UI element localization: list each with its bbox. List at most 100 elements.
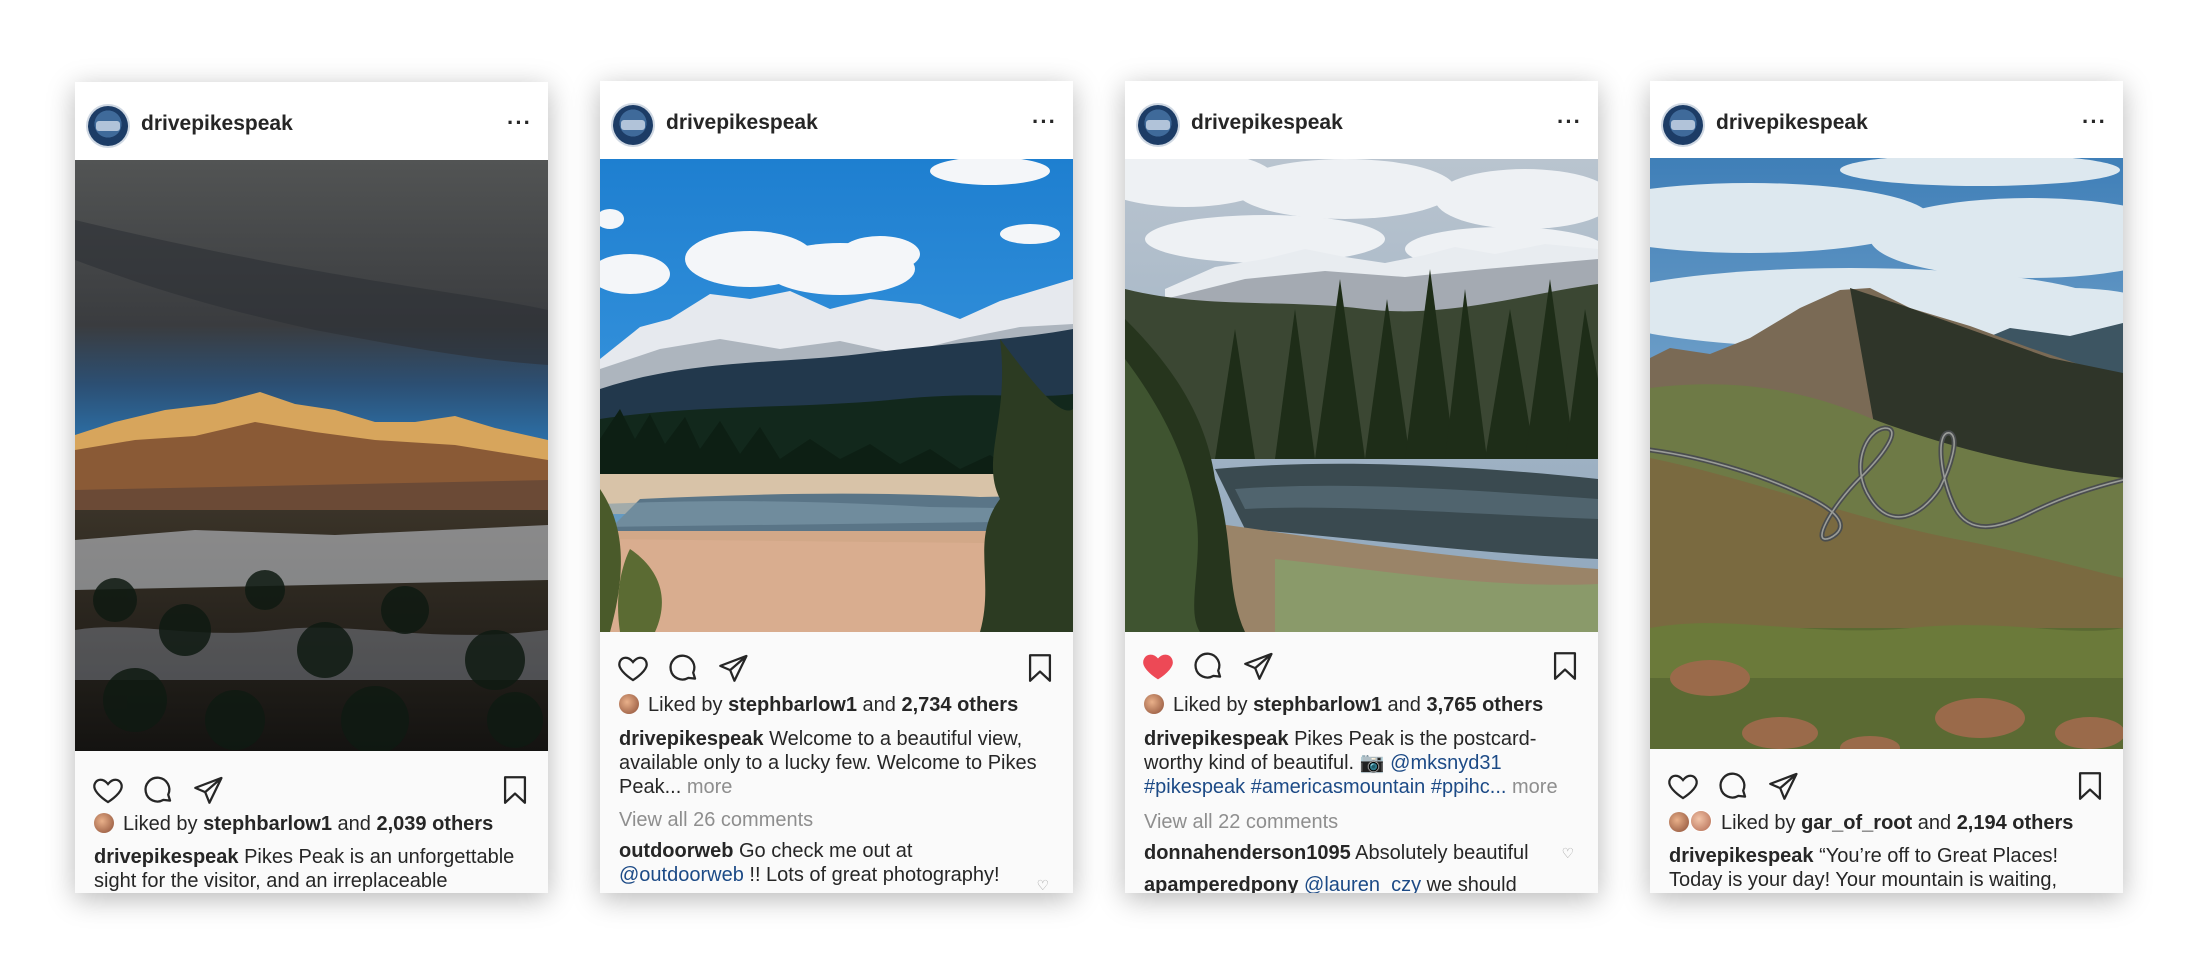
post-header: drivepikespeak ··· [1125,81,1598,159]
caption-text: Pikes Peak is an unforgettable [244,846,515,868]
share-icon[interactable] [716,651,750,685]
liker-username[interactable]: stephbarlow1 [728,694,857,716]
comment-text-2: !! Lots of great photography! [749,864,1000,886]
username[interactable]: drivepikespeak [141,112,293,136]
comment-username[interactable]: donnahenderson1095 [1144,842,1351,864]
comment-icon[interactable] [1716,769,1750,803]
username[interactable]: drivepikespeak [666,111,818,135]
caption-username[interactable]: drivepikespeak [1669,845,1814,867]
comment-text: we should [1426,874,1517,893]
likes-summary: Liked by stephbarlow1 and 2,039 others [94,812,529,837]
avatar[interactable] [613,105,653,145]
liked-by-and: and [1387,694,1421,716]
share-icon[interactable] [191,773,225,807]
liker-username[interactable]: stephbarlow1 [1253,694,1382,716]
post-actions [1125,649,1598,699]
bookmark-icon[interactable] [1548,649,1582,683]
caption-line-3: Peak... more [619,775,1054,800]
likes-summary: Liked by stephbarlow1 and 3,765 others [1144,693,1579,718]
comment-icon[interactable] [141,773,175,807]
comment-icon[interactable] [666,651,700,685]
comment-like-icon[interactable]: ♡ [1561,845,1574,862]
likes-count[interactable]: 2,039 others [376,813,493,835]
post-header: drivepikespeak ··· [600,81,1073,159]
comment-mention[interactable]: @outdoorweb [619,864,744,886]
comment-username[interactable]: outdoorweb [619,840,733,862]
likes-count[interactable]: 3,765 others [1426,694,1543,716]
liker-avatar [1144,694,1164,714]
caption-username[interactable]: drivepikespeak [1144,728,1289,750]
caption-text-2: worthy kind of beautiful. 📷 [1144,752,1385,774]
share-icon[interactable] [1766,769,1800,803]
post-photo[interactable] [600,159,1073,632]
caption: drivepikespeak “You’re off to Great Plac… [1669,844,2104,869]
caption-username[interactable]: drivepikespeak [94,846,239,868]
post-photo[interactable] [1650,158,2123,749]
heart-icon[interactable] [1141,649,1175,683]
liker-username[interactable]: stephbarlow1 [203,813,332,835]
post-card-3: drivepikespeak ··· Liked by stephbarlow1… [1125,81,1598,893]
comment: donnahenderson1095 Absolutely beautiful [1144,841,1579,866]
comment-icon[interactable] [1191,649,1225,683]
username[interactable]: drivepikespeak [1716,111,1868,135]
post-header: drivepikespeak ··· [75,82,548,160]
post-header: drivepikespeak ··· [1650,81,2123,159]
caption-line-2: available only to a lucky few. Welcome t… [619,752,1037,774]
avatar[interactable] [1663,105,1703,145]
caption-text: Pikes Peak is the postcard- [1294,728,1537,750]
more-link[interactable]: more [1512,776,1558,798]
caption-username[interactable]: drivepikespeak [619,728,764,750]
bookmark-icon[interactable] [498,773,532,807]
username[interactable]: drivepikespeak [1191,111,1343,135]
liked-by-label: Liked by [1721,812,1796,834]
liked-by-and: and [862,694,896,716]
caption-mention[interactable]: @mksnyd31 [1390,752,1501,774]
more-options-icon[interactable]: ··· [2082,109,2107,135]
comment-text: Go check me out at [739,840,913,862]
caption: drivepikespeak Pikes Peak is the postcar… [1144,727,1579,752]
share-icon[interactable] [1241,649,1275,683]
liker-username[interactable]: gar_of_root [1801,812,1912,834]
heart-icon[interactable] [1666,769,1700,803]
post-photo[interactable] [75,160,548,751]
heart-icon[interactable] [91,773,125,807]
comment-like-icon[interactable]: ♡ [1036,877,1049,893]
caption-line-2: worthy kind of beautiful. 📷 @mksnyd31 [1144,751,1579,776]
liked-by-label: Liked by [123,813,198,835]
liker-avatar [94,813,114,833]
liker-avatar-2 [1690,810,1712,832]
bookmark-icon[interactable] [1023,651,1057,685]
liker-avatar [1669,812,1689,832]
liked-by-label: Liked by [1173,694,1248,716]
caption: drivepikespeak Welcome to a beautiful vi… [619,727,1054,752]
heart-icon[interactable] [616,651,650,685]
view-comments-link[interactable]: View all 26 comments [619,808,1054,833]
more-options-icon[interactable]: ··· [1557,109,1582,135]
liked-by-and: and [1917,812,1952,834]
caption-hashtags[interactable]: #pikespeak #americasmountain #ppihc... [1144,776,1506,798]
caption-line-2: Today is your day! Your mountain is wait… [1669,869,2057,891]
likes-count[interactable]: 2,194 others [1957,812,2074,834]
avatar[interactable] [1138,105,1178,145]
post-photo[interactable] [1125,159,1598,632]
post-card-2: drivepikespeak ··· Liked by stephbarlow1… [600,81,1073,893]
liker-avatar [619,694,639,714]
comment-line-2: @outdoorweb !! Lots of great photography… [619,863,1054,888]
caption-line-2: sight for the visitor, and an irreplacea… [94,870,448,892]
comment: outdoorweb Go check me out at [619,839,1054,864]
post-card-1: drivepikespeak ··· Liked by stephbarlow1… [75,82,548,893]
caption: drivepikespeak Pikes Peak is an unforget… [94,845,529,870]
avatar[interactable] [88,106,128,146]
more-link[interactable]: more [687,776,733,798]
more-options-icon[interactable]: ··· [507,110,532,136]
comment-username[interactable]: apamperedpony [1144,874,1298,893]
more-options-icon[interactable]: ··· [1032,109,1057,135]
likes-count[interactable]: 2,734 others [901,694,1018,716]
view-comments-link[interactable]: View all 22 comments [1144,810,1579,835]
comment-mention[interactable]: @lauren_czy [1304,874,1421,893]
post-card-4: drivepikespeak ··· Liked by gar_of_root … [1650,81,2123,893]
caption-text: Welcome to a beautiful view, [769,728,1023,750]
caption-text-3: Peak... [619,776,682,798]
liked-by-label: Liked by [648,694,723,716]
bookmark-icon[interactable] [2073,769,2107,803]
